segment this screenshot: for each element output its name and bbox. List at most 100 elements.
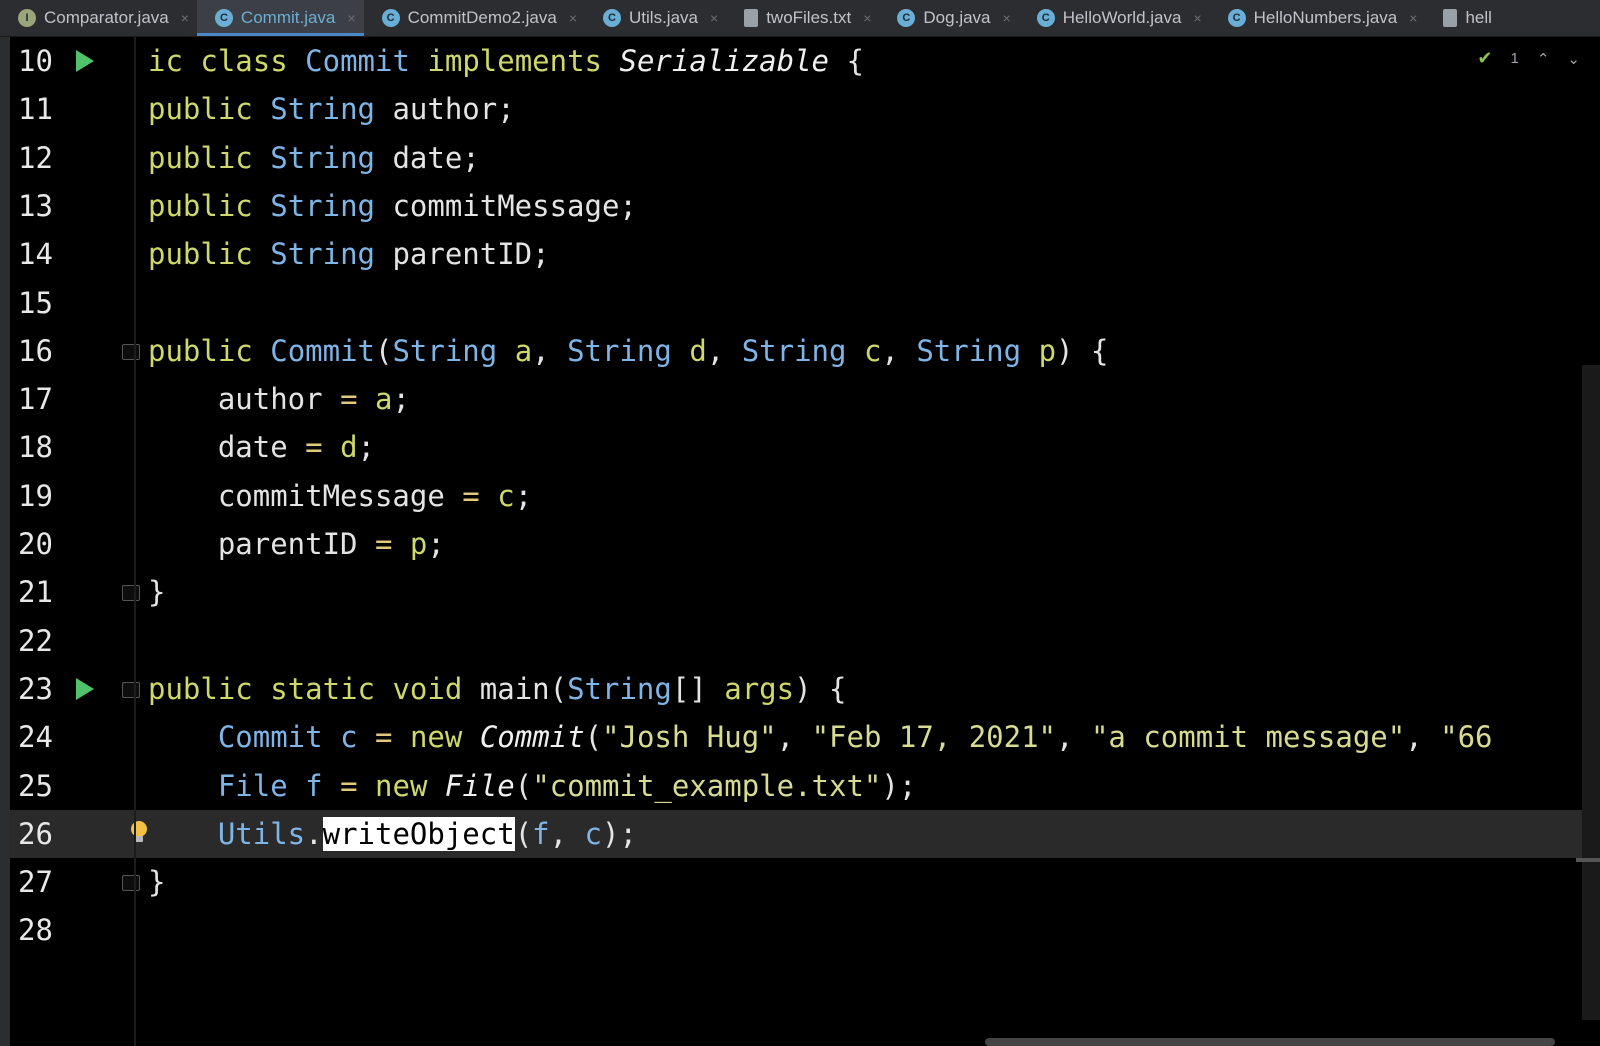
- code-line[interactable]: 28: [0, 906, 1600, 954]
- line-number: 14: [18, 237, 53, 272]
- inspection-check-icon[interactable]: ✔: [1477, 48, 1492, 69]
- code-line[interactable]: 17 author = a;: [0, 375, 1600, 423]
- next-highlight-icon[interactable]: ⌄: [1567, 50, 1580, 68]
- tab-label: HelloNumbers.java: [1253, 8, 1398, 27]
- tab-commit-java[interactable]: C Commit.java ×: [196, 0, 364, 36]
- close-tab-icon[interactable]: ×: [569, 10, 577, 26]
- line-number: 23: [18, 671, 53, 706]
- tab-label: HelloWorld.java: [1062, 8, 1182, 27]
- run-gutter-icon[interactable]: [76, 677, 94, 700]
- close-tab-icon[interactable]: ×: [347, 10, 355, 26]
- code-text[interactable]: commitMessage = c;: [148, 472, 532, 520]
- code-text[interactable]: File f = new File("commit_example.txt");: [148, 762, 916, 810]
- code-line[interactable]: 18 date = d;: [0, 423, 1600, 471]
- code-text[interactable]: Utils.writeObject(f, c);: [148, 810, 637, 858]
- code-text[interactable]: Commit c = new Commit("Josh Hug", "Feb 1…: [148, 713, 1493, 761]
- line-number: 11: [18, 92, 53, 127]
- tab-comparator-java[interactable]: I Comparator.java ×: [0, 0, 197, 36]
- code-line[interactable]: 19 commitMessage = c;: [0, 472, 1600, 520]
- run-gutter-icon[interactable]: [76, 50, 94, 72]
- fold-icon[interactable]: [122, 681, 140, 698]
- fold-icon[interactable]: [122, 875, 140, 892]
- code-text[interactable]: public String date;: [148, 134, 480, 182]
- line-number: 24: [18, 720, 53, 755]
- text-file-icon: [744, 9, 759, 27]
- tab-commitdemo2-java[interactable]: C CommitDemo2.java ×: [364, 0, 585, 36]
- tab-label: Commit.java: [240, 8, 336, 27]
- code-text[interactable]: public String parentID;: [148, 230, 550, 278]
- inspection-count: 1: [1510, 50, 1519, 67]
- editor-tab-bar: I Comparator.java × C Commit.java × C CommitDem…: [0, 0, 1600, 37]
- code-text[interactable]: public Commit(String a, String d, String…: [148, 327, 1108, 375]
- code-text[interactable]: public String author;: [148, 85, 515, 133]
- code-line[interactable]: 16 public Commit(String a, String d, Stri…: [0, 327, 1600, 375]
- code-line[interactable]: 21}: [0, 568, 1600, 616]
- line-number: 19: [18, 478, 53, 513]
- class-icon: C: [603, 9, 622, 27]
- previous-highlight-icon[interactable]: ⌃: [1537, 50, 1550, 68]
- code-line[interactable]: 25 File f = new File("commit_example.txt…: [0, 762, 1600, 810]
- selected-method-name[interactable]: writeObject: [322, 816, 515, 851]
- tab-label: Utils.java: [629, 8, 698, 27]
- code-line[interactable]: 23 public static void main(String[] args)…: [0, 665, 1600, 713]
- tab-label: Dog.java: [923, 8, 991, 27]
- close-tab-icon[interactable]: ×: [1193, 10, 1201, 26]
- tab-label: twoFiles.txt: [766, 8, 852, 27]
- vertical-scrollbar[interactable]: [1582, 365, 1600, 1020]
- tab-label: Comparator.java: [44, 8, 169, 27]
- code-text[interactable]: public static void main(String[] args) {: [148, 665, 846, 713]
- class-icon: C: [897, 9, 916, 27]
- fold-icon[interactable]: [122, 343, 140, 360]
- tab-hell[interactable]: hell: [1425, 0, 1499, 36]
- close-tab-icon[interactable]: ×: [863, 10, 871, 26]
- tab-helloworld-java[interactable]: C HelloWorld.java ×: [1019, 0, 1210, 36]
- code-text[interactable]: ic class Commit implements Serializable …: [148, 37, 864, 85]
- horizontal-scrollbar[interactable]: [985, 1038, 1555, 1046]
- tab-utils-java[interactable]: C Utils.java ×: [585, 0, 726, 36]
- line-number: 22: [18, 623, 53, 658]
- close-tab-icon[interactable]: ×: [1003, 10, 1011, 26]
- code-line[interactable]: 15: [0, 279, 1600, 327]
- code-text[interactable]: date = d;: [148, 423, 375, 471]
- text-file-icon: [1443, 9, 1458, 27]
- code-text[interactable]: }: [148, 568, 165, 616]
- line-number: 21: [18, 575, 53, 610]
- scrollbar-marker: [1576, 858, 1600, 862]
- code-text[interactable]: }: [148, 858, 165, 906]
- gutter-separator: [134, 37, 136, 1046]
- line-number: 17: [18, 382, 53, 417]
- line-number: 26: [18, 816, 53, 851]
- code-line[interactable]: 11 public String author;: [0, 85, 1600, 133]
- code-line[interactable]: 10 ic class Commit implements Serializabl…: [0, 37, 1600, 85]
- inspection-widget: ✔ 1 ⌃ ⌄: [1477, 48, 1580, 69]
- line-number: 13: [18, 188, 53, 223]
- line-number: 25: [18, 768, 53, 803]
- tab-label: CommitDemo2.java: [407, 8, 557, 27]
- close-tab-icon[interactable]: ×: [181, 10, 189, 26]
- code-line[interactable]: 13 public String commitMessage;: [0, 182, 1600, 230]
- line-number: 27: [18, 865, 53, 900]
- code-editor[interactable]: 10 ic class Commit implements Serializabl…: [0, 37, 1600, 1046]
- tab-twofiles-txt[interactable]: twoFiles.txt ×: [726, 0, 879, 36]
- line-number: 20: [18, 527, 53, 561]
- code-text[interactable]: author = a;: [148, 375, 410, 423]
- gutter-edge: [0, 37, 10, 1046]
- close-tab-icon[interactable]: ×: [710, 10, 718, 26]
- code-line[interactable]: 14 public String parentID;: [0, 230, 1600, 278]
- close-tab-icon[interactable]: ×: [1409, 10, 1417, 26]
- code-line[interactable]: 27}: [0, 858, 1600, 906]
- code-line[interactable]: 22: [0, 617, 1600, 665]
- tab-hellonumbers-java[interactable]: C HelloNumbers.java ×: [1210, 0, 1426, 36]
- tab-dog-java[interactable]: C Dog.java ×: [879, 0, 1018, 36]
- code-line[interactable]: 26 Utils.writeObject(f, c);: [0, 809, 1600, 858]
- code-line[interactable]: 12 public String date;: [0, 134, 1600, 182]
- class-icon: C: [1227, 9, 1246, 27]
- code-line[interactable]: 20 parentID = p;: [0, 520, 1600, 568]
- code-text[interactable]: public String commitMessage;: [148, 182, 637, 230]
- code-line[interactable]: 24 Commit c = new Commit("Josh Hug", "Fe…: [0, 713, 1600, 761]
- line-number: 10: [18, 44, 53, 78]
- code-text[interactable]: parentID = p;: [148, 520, 445, 568]
- line-number: 28: [18, 913, 53, 948]
- fold-icon[interactable]: [122, 585, 140, 602]
- interface-icon: I: [18, 9, 36, 27]
